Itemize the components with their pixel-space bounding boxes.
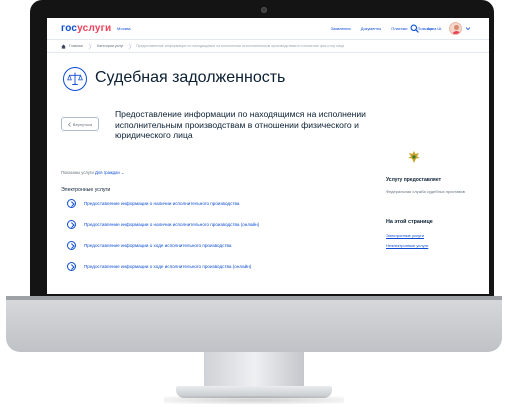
monitor-mockup: госуслуги Москва Заявления Документы Пла… bbox=[0, 0, 508, 407]
service-link[interactable]: Предоставление информации о ходе исполни… bbox=[84, 243, 232, 248]
page-title: Судебная задолженность bbox=[95, 69, 286, 86]
eagle-emblem-icon bbox=[408, 151, 420, 163]
monitor-stand bbox=[204, 352, 304, 388]
list-item[interactable]: Предоставление информации о ходе исполни… bbox=[67, 239, 347, 251]
home-icon[interactable] bbox=[61, 44, 66, 49]
breadcrumb-current: Предоставление информации по находящимся… bbox=[136, 44, 345, 48]
avatar[interactable] bbox=[449, 22, 462, 35]
chevron-down-icon[interactable]: ⌄ bbox=[121, 170, 125, 175]
search-icon[interactable] bbox=[410, 24, 419, 33]
breadcrumb-separator-icon bbox=[128, 43, 132, 50]
list-item[interactable]: Предоставление информации о наличии испо… bbox=[67, 197, 347, 209]
scales-icon bbox=[63, 67, 87, 91]
user-name[interactable]: Анна Ш. bbox=[427, 26, 442, 31]
main-content: Судебная задолженность Вернуться Предост… bbox=[47, 53, 489, 294]
breadcrumb-category[interactable]: Категории услуг bbox=[97, 44, 124, 48]
screen: госуслуги Москва Заявления Документы Пла… bbox=[47, 18, 489, 294]
nav-applications[interactable]: Заявления bbox=[331, 26, 351, 31]
nav-payments[interactable]: Платежи bbox=[391, 26, 407, 31]
service-title: Предоставление информации по находящимся… bbox=[115, 109, 366, 140]
audience-filter: Показаны услуги Для граждан ⌄ bbox=[61, 170, 124, 175]
city-selector[interactable]: Москва bbox=[117, 26, 131, 31]
audience-filter-dropdown[interactable]: Для граждан bbox=[95, 170, 120, 175]
chevron-down-icon[interactable] bbox=[465, 26, 471, 31]
provider-name[interactable]: Федеральная служба судебных приставов bbox=[386, 189, 476, 194]
anchor-link-non-electronic[interactable]: Неэлектронные услуги bbox=[386, 243, 428, 248]
service-link[interactable]: Предоставление информации о ходе исполни… bbox=[84, 264, 251, 269]
audience-filter-label: Показаны услуги bbox=[61, 170, 94, 175]
list-item[interactable]: Предоставление информации о ходе исполни… bbox=[67, 260, 347, 272]
back-button[interactable]: Вернуться bbox=[61, 117, 99, 131]
provider-heading: Услугу предоставляет bbox=[386, 177, 442, 183]
monitor-chin bbox=[6, 296, 502, 352]
list-item[interactable]: Предоставление информации о наличии испо… bbox=[67, 218, 347, 230]
on-page-heading: На этой странице bbox=[386, 219, 433, 225]
service-link[interactable]: Предоставление информации о наличии испо… bbox=[84, 222, 259, 227]
back-button-label: Вернуться bbox=[72, 121, 93, 127]
service-link[interactable]: Предоставление информации о наличии испо… bbox=[84, 201, 239, 206]
anchor-link-electronic[interactable]: Электронные услуги bbox=[386, 233, 424, 238]
site-header: госуслуги Москва Заявления Документы Пла… bbox=[47, 18, 489, 40]
breadcrumb-home[interactable]: Главная bbox=[69, 44, 83, 48]
logo-part-gos: гос bbox=[61, 23, 78, 34]
gosuslugi-logo[interactable]: госуслуги bbox=[61, 23, 111, 34]
breadcrumb: Главная Категории услуг Предоставление и… bbox=[47, 40, 489, 53]
arrow-circle-icon bbox=[67, 219, 76, 229]
breadcrumb-separator-icon bbox=[88, 43, 92, 50]
nav-documents[interactable]: Документы bbox=[361, 26, 382, 31]
arrow-circle-icon bbox=[67, 261, 76, 271]
section-title-electronic: Электронные услуги bbox=[61, 187, 111, 193]
arrow-circle-icon bbox=[67, 240, 76, 250]
logo-part-uslugi: услуги bbox=[77, 23, 112, 34]
chevron-left-icon bbox=[67, 121, 71, 127]
arrow-circle-icon bbox=[67, 198, 76, 208]
camera-icon bbox=[261, 7, 267, 13]
